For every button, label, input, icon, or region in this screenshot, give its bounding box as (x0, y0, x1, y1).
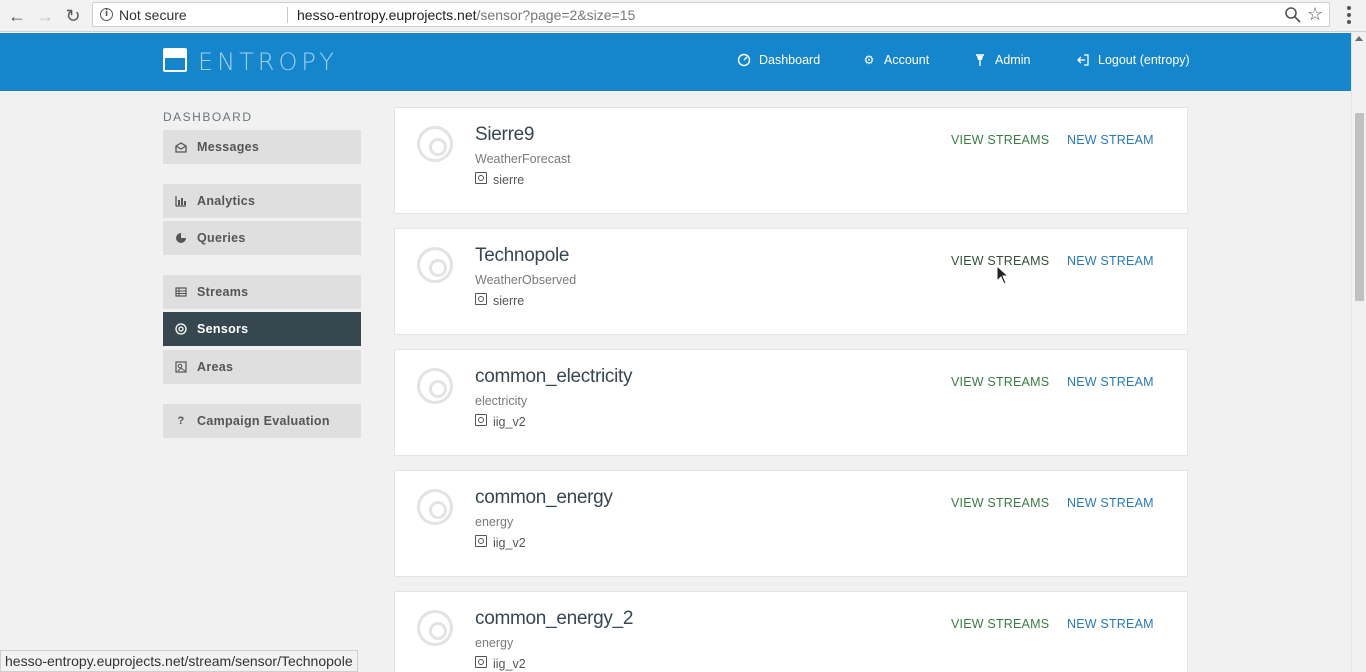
page-scrollbar[interactable] (1351, 33, 1366, 672)
map-icon (175, 361, 187, 373)
sensor-target-icon (417, 368, 453, 404)
new-stream-button[interactable]: NEW STREAM (1067, 375, 1154, 389)
nav-logout-label: Logout (entropy) (1098, 53, 1190, 67)
area-icon (475, 656, 487, 668)
sidebar-item-label: Campaign Evaluation (197, 414, 330, 428)
info-icon[interactable]: i (100, 8, 113, 21)
sensor-card: common_electricity electricity iig_v2 VI… (394, 349, 1188, 456)
sidebar-item-messages[interactable]: Messages (163, 130, 361, 164)
sensor-area: iig_v2 (493, 536, 526, 550)
sensor-name[interactable]: common_electricity (475, 366, 633, 388)
nav-logout[interactable]: Logout (entropy) (1076, 53, 1190, 67)
security-label[interactable]: Not secure (119, 7, 187, 23)
bookmark-star-icon[interactable]: ☆ (1307, 4, 1323, 25)
sensor-area: iig_v2 (493, 657, 526, 671)
table-icon (175, 287, 187, 297)
nav-admin[interactable]: Admin (973, 53, 1030, 67)
pie-chart-icon (176, 233, 186, 243)
mouse-cursor-icon (996, 265, 1010, 285)
pin-icon (976, 54, 984, 66)
area-icon (475, 172, 487, 184)
new-stream-button[interactable]: NEW STREAM (1067, 617, 1154, 631)
sensor-type: energy (475, 515, 514, 529)
sidebar-item-label: Streams (197, 285, 249, 299)
sensor-type: WeatherObserved (475, 273, 577, 287)
view-streams-button[interactable]: VIEW STREAMS (951, 133, 1049, 147)
nav-admin-label: Admin (995, 53, 1031, 67)
scroll-up-arrow-icon[interactable] (1355, 36, 1363, 41)
sensor-name[interactable]: common_energy (475, 487, 613, 509)
new-stream-button[interactable]: NEW STREAM (1067, 496, 1154, 510)
sensor-card: Sierre9 WeatherForecast sierre VIEW STRE… (394, 107, 1188, 214)
sensor-area: iig_v2 (493, 415, 526, 429)
sidebar-item-queries[interactable]: Queries (163, 221, 361, 255)
scrollbar-thumb[interactable] (1355, 113, 1364, 301)
sensor-card: common_energy_2 energy iig_v2 VIEW STREA… (394, 591, 1188, 672)
nav-account[interactable]: ⚙ Account (862, 53, 930, 67)
area-icon (475, 535, 487, 547)
url-path: /sensor?page=2&size=15 (476, 7, 636, 23)
sidebar-item-label: Areas (197, 360, 234, 374)
nav-account-label: Account (884, 53, 930, 67)
reload-icon[interactable]: ↻ (61, 4, 85, 28)
status-bar-url: hesso-entropy.euprojects.net/stream/sens… (0, 650, 358, 672)
browser-menu-icon[interactable] (1340, 4, 1358, 26)
sidebar-item-streams[interactable]: Streams (163, 275, 361, 309)
logo-text[interactable]: ENTROPY (198, 48, 338, 76)
sensor-type: WeatherForecast (475, 152, 571, 166)
area-icon (475, 414, 487, 426)
question-icon: ? (177, 415, 185, 427)
gear-icon: ⚙ (863, 53, 875, 67)
url-text[interactable]: hesso-entropy.euprojects.net/sensor?page… (297, 7, 635, 23)
zoom-icon[interactable] (1284, 6, 1302, 24)
area-icon (475, 293, 487, 305)
sensor-name[interactable]: Sierre9 (475, 124, 534, 146)
new-stream-button[interactable]: NEW STREAM (1067, 254, 1154, 268)
sensor-type: energy (475, 636, 514, 650)
dashboard-icon (737, 53, 751, 67)
sidebar-item-analytics[interactable]: Analytics (163, 184, 361, 218)
sidebar-item-label: Sensors (197, 322, 249, 336)
sensor-target-icon (417, 247, 453, 283)
sensor-target-icon (417, 489, 453, 525)
sidebar-item-label: Messages (197, 140, 260, 154)
sidebar-title: DASHBOARD (163, 110, 253, 124)
envelope-icon (175, 142, 187, 153)
sensor-name[interactable]: common_energy_2 (475, 608, 633, 630)
logout-icon (1077, 54, 1089, 66)
view-streams-button[interactable]: VIEW STREAMS (951, 617, 1049, 631)
forward-arrow-icon[interactable]: → (33, 4, 57, 28)
sidebar-item-sensors[interactable]: Sensors (163, 312, 361, 346)
nav-dashboard-label: Dashboard (759, 53, 821, 67)
new-stream-button[interactable]: NEW STREAM (1067, 133, 1154, 147)
sensor-area: sierre (493, 173, 525, 187)
sidebar-item-label: Analytics (197, 194, 256, 208)
target-icon (175, 323, 187, 335)
view-streams-button[interactable]: VIEW STREAMS (951, 375, 1049, 389)
url-host: hesso-entropy.euprojects.net (297, 7, 477, 23)
view-streams-button[interactable]: VIEW STREAMS (951, 496, 1049, 510)
bar-chart-icon (175, 196, 186, 207)
back-arrow-icon[interactable]: ← (5, 4, 29, 28)
sidebar-item-campaign-evaluation[interactable]: ? Campaign Evaluation (163, 404, 361, 438)
address-bar[interactable]: i Not secure hesso-entropy.euprojects.ne… (92, 2, 1330, 27)
sensor-area: sierre (493, 294, 525, 308)
address-divider (287, 7, 288, 23)
sensor-target-icon (417, 610, 453, 646)
entropy-logo-icon[interactable] (163, 48, 187, 72)
sidebar-item-label: Queries (197, 231, 246, 245)
sensor-name[interactable]: Technopole (475, 245, 570, 267)
sensor-type: electricity (475, 394, 528, 408)
sidebar-item-areas[interactable]: Areas (163, 350, 361, 384)
nav-dashboard[interactable]: Dashboard (737, 53, 820, 67)
browser-toolbar: ← → ↻ i Not secure hesso-entropy.euproje… (0, 0, 1366, 32)
sensor-card: Technopole WeatherObserved sierre VIEW S… (394, 228, 1188, 335)
sensor-target-icon (417, 126, 453, 162)
sensor-card: common_energy energy iig_v2 VIEW STREAMS… (394, 470, 1188, 577)
app-header: ENTROPY Dashboard ⚙ Account Admin Logout… (0, 33, 1351, 91)
